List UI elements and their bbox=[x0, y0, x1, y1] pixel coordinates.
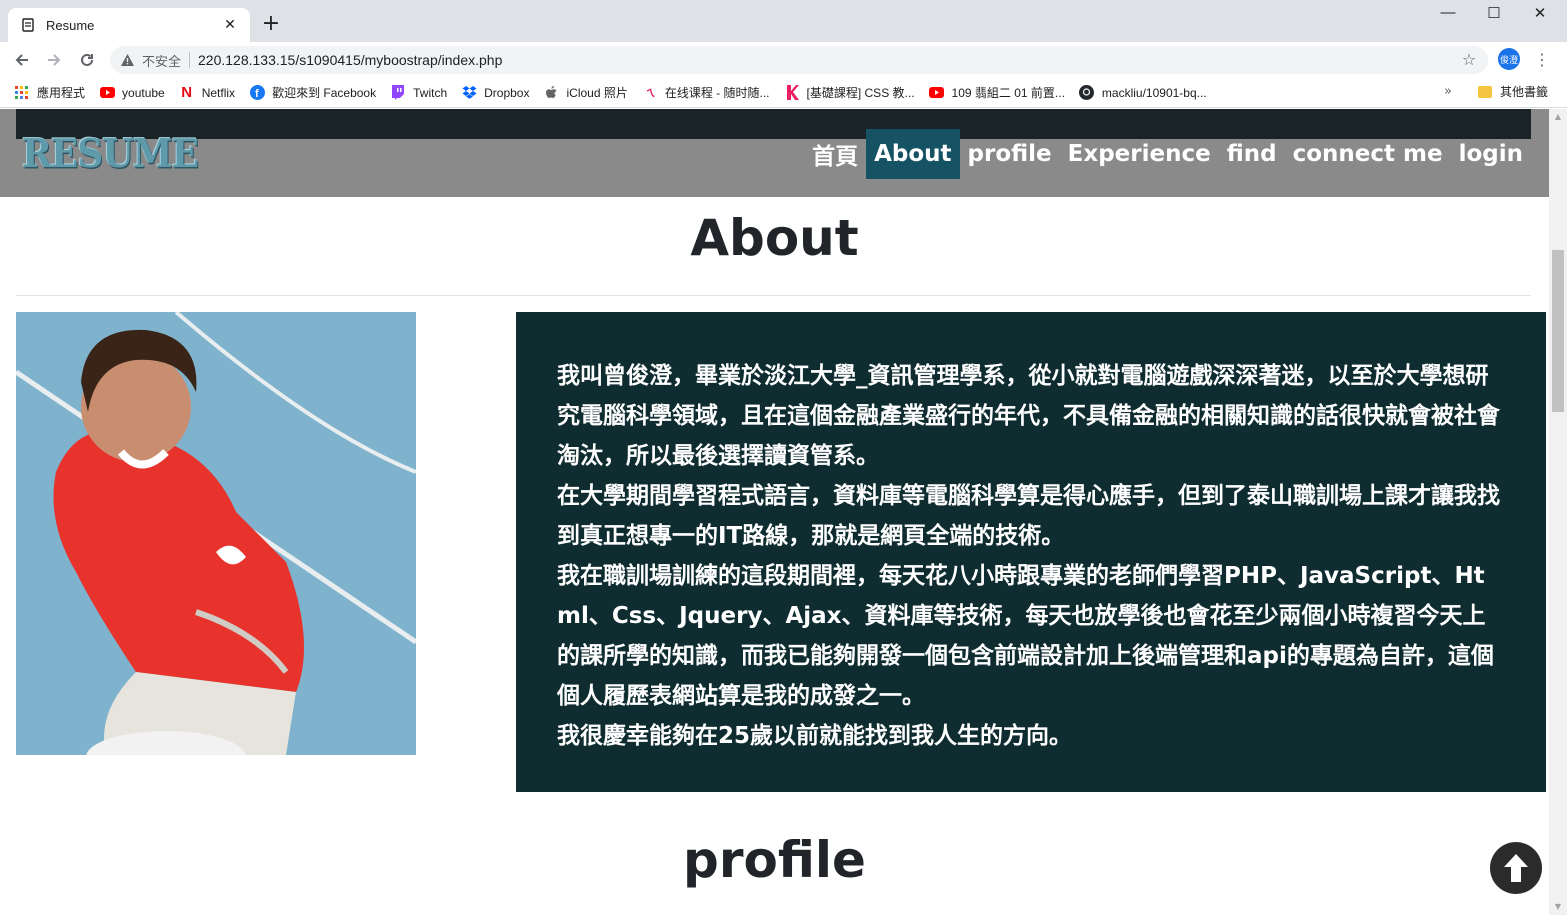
profile-photo bbox=[16, 312, 416, 755]
dropbox-icon bbox=[461, 85, 477, 101]
about-heading: About bbox=[690, 209, 859, 267]
star-icon[interactable]: ☆ bbox=[1460, 51, 1478, 69]
profile-avatar[interactable]: 俊澄 bbox=[1498, 48, 1520, 70]
about-text-box: 我叫曾俊澄，畢業於淡江大學_資訊管理學系，從小就對電腦遊戲深深著迷，以至於大學想… bbox=[516, 312, 1546, 792]
nav-profile[interactable]: profile bbox=[960, 129, 1060, 179]
apple-icon bbox=[543, 85, 559, 101]
other-bookmarks-label: 其他書籤 bbox=[1500, 85, 1549, 99]
browser-menu-icon[interactable]: ⋮ bbox=[1534, 48, 1550, 72]
about-paragraph: 我很慶幸能夠在25歲以前就能找到我人生的方向。 bbox=[557, 723, 1073, 749]
bookmark-youtube-course[interactable]: 109 翡組二 01 前置... bbox=[929, 84, 1065, 101]
bookmark-icloud[interactable]: iCloud 照片 bbox=[543, 84, 628, 101]
scroll-up-arrow-icon[interactable]: ▲ bbox=[1549, 109, 1567, 125]
bookmark-label: Dropbox bbox=[484, 85, 530, 100]
youtube-icon bbox=[99, 85, 115, 101]
back-button[interactable] bbox=[10, 48, 34, 72]
tab-close-icon[interactable]: ✕ bbox=[220, 17, 240, 33]
scroll-down-arrow-icon[interactable]: ▼ bbox=[1549, 899, 1567, 915]
bookmark-youtube[interactable]: youtube bbox=[99, 85, 165, 101]
netflix-icon: N bbox=[181, 84, 193, 101]
bookmark-label: Netflix bbox=[201, 85, 236, 100]
arrow-up-icon bbox=[1504, 854, 1528, 882]
site-nav-menu: 首頁 About profile Experience find connect… bbox=[804, 129, 1531, 179]
bookmark-github[interactable]: mackliu/10901-bq... bbox=[1079, 85, 1207, 101]
nav-find[interactable]: find bbox=[1219, 129, 1285, 179]
url-text[interactable]: 220.128.133.15/s1090415/myboostrap/index… bbox=[198, 52, 502, 68]
about-paragraph: 我在職訓場訓練的這段期間裡，每天花八小時跟專業的老師們學習PHP、JavaScr… bbox=[557, 563, 1494, 709]
other-bookmarks[interactable]: 其他書籤 bbox=[1478, 83, 1548, 100]
bookmark-css-course[interactable]: [基礎課程] CSS 教... bbox=[784, 84, 915, 101]
profile-heading: profile bbox=[683, 831, 866, 889]
bookmark-label: 在线课程 - 随时随... bbox=[664, 86, 770, 100]
bookmark-label: 應用程式 bbox=[37, 86, 86, 100]
bookmark-label: [基礎課程] CSS 教... bbox=[806, 86, 915, 100]
bookmarks-overflow-icon[interactable]: » bbox=[1444, 84, 1452, 99]
bookmark-label: iCloud 照片 bbox=[566, 86, 628, 100]
k-icon bbox=[784, 85, 800, 101]
scrollbar-thumb[interactable] bbox=[1552, 250, 1564, 412]
address-bar[interactable]: 不安全 220.128.133.15/s1090415/myboostrap/i… bbox=[110, 46, 1488, 74]
youtube-icon bbox=[929, 85, 945, 101]
close-window-button[interactable]: ✕ bbox=[1517, 4, 1563, 26]
reload-icon bbox=[81, 53, 93, 66]
site-navbar: RESUME 首頁 About profile Experience find … bbox=[0, 109, 1549, 197]
bookmark-course[interactable]: ㄟ 在线课程 - 随时随... bbox=[642, 84, 770, 101]
bookmark-apps[interactable]: 應用程式 bbox=[14, 84, 85, 101]
browser-toolbar: 不安全 220.128.133.15/s1090415/myboostrap/i… bbox=[0, 42, 1567, 78]
facebook-icon: f bbox=[249, 85, 265, 101]
bookmark-twitch[interactable]: Twitch bbox=[390, 85, 447, 101]
section-divider bbox=[16, 295, 1531, 296]
back-to-top-button[interactable] bbox=[1490, 842, 1542, 894]
nav-home[interactable]: 首頁 bbox=[804, 129, 866, 179]
omnibox-separator bbox=[189, 52, 191, 68]
minimize-button[interactable]: — bbox=[1425, 4, 1471, 26]
bookmark-label: 109 翡組二 01 前置... bbox=[951, 86, 1065, 100]
browser-tab[interactable]: Resume ✕ bbox=[8, 8, 250, 42]
svg-text:f: f bbox=[255, 88, 259, 100]
bookmarks-bar: 應用程式 youtube N Netflix f 歡迎來到 Facebook T… bbox=[0, 78, 1567, 108]
nav-experience[interactable]: Experience bbox=[1060, 129, 1219, 179]
site-logo[interactable]: RESUME bbox=[22, 131, 199, 177]
insecure-label[interactable]: 不安全 bbox=[142, 51, 181, 70]
new-tab-button[interactable]: + bbox=[258, 12, 284, 38]
bookmark-label: youtube bbox=[122, 85, 165, 100]
browser-titlebar: Resume ✕ + — ☐ ✕ bbox=[0, 0, 1567, 42]
arrow-right-icon bbox=[48, 54, 61, 66]
bookmark-netflix[interactable]: N Netflix bbox=[179, 84, 236, 101]
warning-icon bbox=[120, 52, 136, 68]
document-icon bbox=[20, 17, 36, 33]
github-icon bbox=[1079, 85, 1095, 101]
page-scrollbar[interactable]: ▲ ▼ bbox=[1549, 109, 1567, 915]
reload-button[interactable] bbox=[75, 48, 99, 72]
course-icon: ㄟ bbox=[644, 87, 656, 100]
bookmark-label: 歡迎來到 Facebook bbox=[272, 86, 377, 100]
folder-icon bbox=[1478, 85, 1492, 98]
arrow-left-icon bbox=[15, 54, 28, 66]
apps-grid-icon bbox=[14, 85, 30, 101]
twitch-icon bbox=[390, 85, 406, 101]
page-viewport: RESUME 首頁 About profile Experience find … bbox=[0, 109, 1549, 915]
bookmark-label: mackliu/10901-bq... bbox=[1101, 85, 1207, 100]
nav-login[interactable]: login bbox=[1451, 129, 1531, 179]
bookmark-label: Twitch bbox=[413, 85, 448, 100]
forward-button[interactable] bbox=[42, 48, 66, 72]
nav-about[interactable]: About bbox=[866, 129, 960, 179]
maximize-button[interactable]: ☐ bbox=[1471, 4, 1517, 26]
about-paragraph: 我叫曾俊澄，畢業於淡江大學_資訊管理學系，從小就對電腦遊戲深深著迷，以至於大學想… bbox=[557, 363, 1500, 469]
nav-connect[interactable]: connect me bbox=[1285, 129, 1451, 179]
about-paragraph: 在大學期間學習程式語言，資料庫等電腦科學算是得心應手，但到了泰山職訓場上課才讓我… bbox=[557, 483, 1500, 549]
bookmark-facebook[interactable]: f 歡迎來到 Facebook bbox=[249, 84, 376, 101]
tab-title: Resume bbox=[46, 17, 95, 33]
bookmark-dropbox[interactable]: Dropbox bbox=[461, 85, 529, 101]
